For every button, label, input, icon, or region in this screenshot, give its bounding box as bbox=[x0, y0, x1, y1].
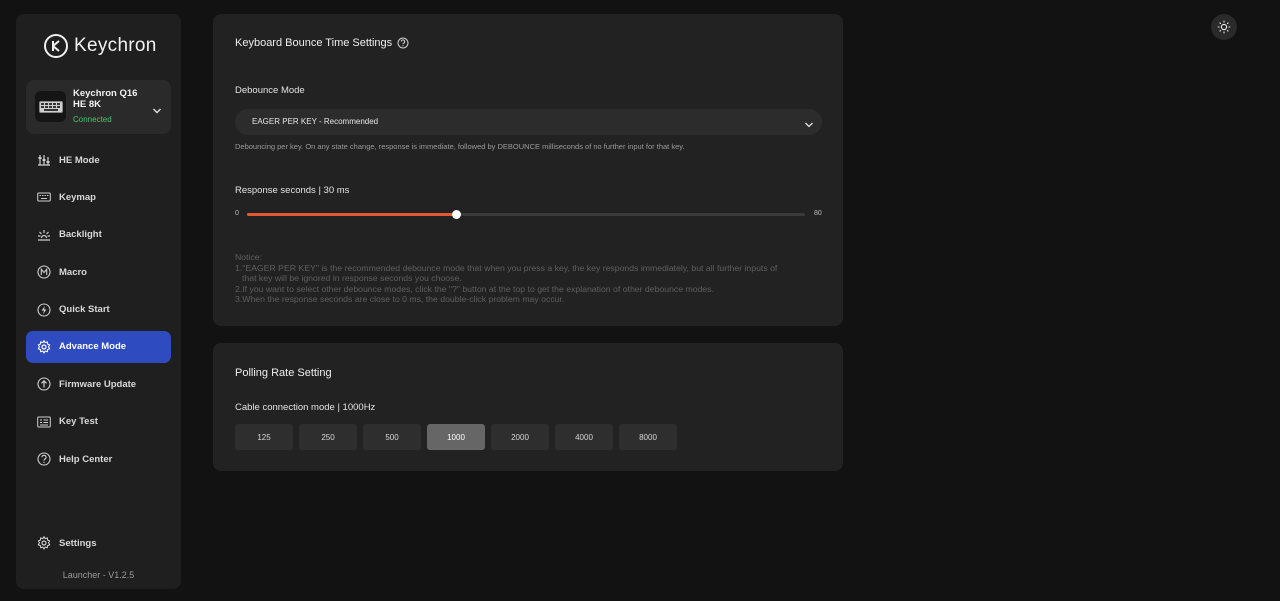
polling-rate-button-500[interactable]: 500 bbox=[363, 424, 421, 450]
notice-line: 1."EAGER PER KEY" is the recommended deb… bbox=[235, 262, 778, 273]
sidebar-item-advance-mode[interactable]: Advance Mode bbox=[26, 330, 171, 363]
sidebar-item-label: HE Mode bbox=[59, 154, 100, 166]
theme-toggle-button[interactable] bbox=[1211, 14, 1237, 40]
keyboard-icon bbox=[37, 190, 51, 204]
notice-line: that key will be ignored in response sec… bbox=[242, 273, 462, 284]
sidebar-item-label: Keymap bbox=[59, 191, 96, 203]
sidebar-item-key-test[interactable]: Key Test bbox=[26, 406, 171, 438]
help-icon bbox=[37, 452, 51, 466]
macro-icon bbox=[37, 265, 51, 279]
polling-rate-button-8000[interactable]: 8000 bbox=[619, 424, 677, 450]
debounce-panel-title: Keyboard Bounce Time Settings bbox=[235, 37, 409, 49]
polling-rate-panel: Polling Rate Setting Cable connection mo… bbox=[213, 343, 843, 471]
slider-min-label: 0 bbox=[235, 210, 239, 217]
help-question-icon[interactable] bbox=[397, 37, 409, 49]
sidebar-item-label: Macro bbox=[59, 266, 87, 278]
sun-icon bbox=[1217, 20, 1231, 34]
keychron-logo-icon bbox=[44, 34, 68, 58]
debounce-mode-select[interactable]: EAGER PER KEY - Recommended bbox=[235, 109, 822, 135]
settings-gear-icon bbox=[37, 536, 51, 550]
key-test-icon bbox=[37, 415, 51, 429]
sidebar-item-label: Firmware Update bbox=[59, 378, 137, 390]
keyboard-thumbnail-icon bbox=[35, 91, 66, 122]
debounce-mode-value: EAGER PER KEY - Recommended bbox=[252, 117, 379, 126]
sidebar-item-keymap[interactable]: Keymap bbox=[26, 181, 171, 213]
polling-rate-button-250[interactable]: 250 bbox=[299, 424, 357, 450]
gear-icon bbox=[37, 339, 51, 354]
slider-thumb[interactable] bbox=[451, 210, 461, 219]
chevron-down-icon bbox=[804, 117, 814, 135]
sidebar-item-label: Advance Mode bbox=[59, 341, 127, 353]
logo: Keychron bbox=[44, 34, 157, 58]
debounce-settings-panel: Keyboard Bounce Time Settings Debounce M… bbox=[213, 14, 843, 326]
sidebar-item-label: Backlight bbox=[59, 229, 102, 241]
notice-line: 3.When the response seconds are close to… bbox=[235, 294, 565, 305]
chevron-down-icon bbox=[152, 102, 162, 120]
upload-icon bbox=[37, 377, 51, 391]
polling-rate-button-2000[interactable]: 2000 bbox=[491, 424, 549, 450]
sidebar-nav: HE Mode Keymap Backlight Macro Quick Sta… bbox=[26, 144, 171, 481]
polling-rate-button-1000[interactable]: 1000 bbox=[427, 424, 485, 450]
quick-start-icon bbox=[37, 303, 51, 317]
debounce-notice: Notice: 1."EAGER PER KEY" is the recomme… bbox=[235, 252, 825, 305]
polling-rate-options: 125 250 500 1000 2000 4000 8000 bbox=[235, 424, 677, 450]
notice-line: 2.If you want to select other debounce m… bbox=[235, 283, 714, 294]
polling-rate-button-125[interactable]: 125 bbox=[235, 424, 293, 450]
sidebar-item-label: Quick Start bbox=[59, 304, 110, 316]
sidebar-item-settings[interactable]: Settings bbox=[26, 527, 171, 559]
polling-panel-title: Polling Rate Setting bbox=[235, 367, 332, 379]
sidebar: Keychron Keychron Q16 HE 8K Connected HE… bbox=[16, 14, 181, 589]
polling-rate-button-4000[interactable]: 4000 bbox=[555, 424, 613, 450]
app-version: Launcher - V1.2.5 bbox=[62, 570, 135, 580]
logo-text: Keychron bbox=[74, 35, 157, 56]
sidebar-item-label: Help Center bbox=[59, 453, 113, 465]
slider-fill bbox=[247, 213, 457, 216]
device-status: Connected bbox=[73, 115, 112, 124]
response-seconds-slider[interactable] bbox=[247, 210, 805, 219]
sidebar-item-backlight[interactable]: Backlight bbox=[26, 219, 171, 251]
notice-heading: Notice: bbox=[235, 252, 263, 262]
sidebar-item-label: Settings bbox=[59, 537, 97, 549]
sidebar-item-he-mode[interactable]: HE Mode bbox=[26, 144, 171, 176]
cable-connection-label: Cable connection mode | 1000Hz bbox=[235, 402, 376, 413]
debounce-mode-label: Debounce Mode bbox=[235, 85, 305, 96]
device-name: Keychron Q16 HE 8K bbox=[73, 88, 138, 110]
device-selector[interactable]: Keychron Q16 HE 8K Connected bbox=[26, 80, 171, 134]
sidebar-item-quick-start[interactable]: Quick Start bbox=[26, 294, 171, 326]
debounce-mode-description: Debouncing per key. On any state change,… bbox=[235, 142, 685, 151]
response-seconds-label: Response seconds | 30 ms bbox=[235, 185, 350, 196]
sidebar-item-firmware-update[interactable]: Firmware Update bbox=[26, 368, 171, 400]
sidebar-item-help-center[interactable]: Help Center bbox=[26, 443, 171, 475]
sidebar-item-macro[interactable]: Macro bbox=[26, 256, 171, 288]
he-mode-icon bbox=[37, 153, 51, 167]
slider-max-label: 80 bbox=[814, 210, 822, 217]
backlight-icon bbox=[37, 228, 51, 242]
panel-title-text: Keyboard Bounce Time Settings bbox=[235, 37, 393, 49]
sidebar-item-label: Key Test bbox=[59, 416, 98, 428]
